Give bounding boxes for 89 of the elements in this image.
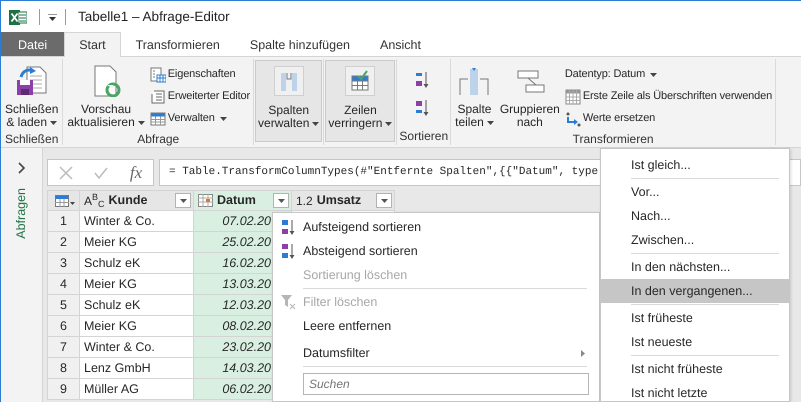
column-header[interactable]: A$^{B}$$_{C}$ Kunde — [80, 190, 194, 210]
window-title: Tabelle1 – Abfrage-Editor — [78, 8, 230, 26]
sort-ascending-button[interactable] — [415, 70, 430, 89]
ribbon-button[interactable]: Schließen & laden — [3, 62, 60, 130]
table-icon — [150, 110, 166, 126]
column-name: Datum — [217, 192, 256, 210]
sort-descending-button[interactable] — [415, 98, 430, 117]
clear-filter-icon — [280, 294, 296, 310]
row-number: 9 — [48, 378, 80, 400]
sort-descending-icon — [281, 242, 295, 260]
ribbon-button[interactable]: Zeilen verringern — [325, 60, 396, 142]
ribbon-button[interactable]: Erste Zeile als Überschriften verwenden — [564, 86, 774, 107]
sort-descending-icon — [415, 98, 430, 117]
row-number: 4 — [48, 274, 80, 294]
row-number: 1 — [48, 210, 80, 232]
table-cell: Schulz eK — [80, 252, 194, 274]
table-check-icon — [349, 70, 372, 92]
menu-item[interactable]: Nach... — [601, 204, 789, 228]
ribbon-button[interactable]: Gruppieren nach — [498, 62, 562, 130]
ribbon-tab[interactable]: Spalte hinzufügen — [234, 32, 365, 56]
menu-item[interactable]: In den vergangenen... — [601, 279, 789, 303]
row-number: 5 — [48, 294, 80, 316]
split-column-icon — [458, 65, 490, 97]
filter-button[interactable] — [175, 193, 191, 208]
caret-icon — [180, 198, 186, 202]
spreadsheet-app-icon — [9, 8, 27, 26]
table-cell: Meier KG — [80, 316, 194, 336]
replace-icon — [564, 110, 581, 126]
ribbon-tab[interactable]: Start — [64, 32, 121, 57]
grid-icon — [564, 88, 581, 104]
menu-item[interactable]: Ist neueste — [601, 330, 789, 354]
caret-icon — [380, 198, 388, 202]
table-cell: Meier KG — [80, 232, 194, 252]
check-icon — [94, 166, 108, 178]
quick-access-button[interactable] — [48, 14, 57, 20]
file-tab[interactable]: Datei — [1, 32, 64, 56]
group-label: Abfrage — [136, 131, 180, 148]
submenu-arrow-icon — [581, 350, 585, 356]
ribbon-tab[interactable]: Ansicht — [364, 32, 436, 56]
ribbon-button[interactable]: Verwalten — [148, 108, 252, 129]
row-number: 8 — [48, 358, 80, 378]
row-number: 6 — [48, 316, 80, 336]
table-cell: Winter & Co. — [80, 210, 194, 232]
table-menu-icon — [54, 194, 74, 206]
caret-icon — [278, 198, 284, 202]
properties-icon — [150, 66, 166, 82]
column-name: Kunde — [108, 192, 148, 210]
ribbon-button[interactable]: Erweiterter Editor — [148, 86, 252, 107]
filter-button[interactable] — [376, 193, 392, 208]
calendar-icon — [198, 194, 213, 207]
ribbon-button[interactable]: Spalte teilen — [453, 62, 496, 130]
group-label: Sortieren — [399, 128, 448, 145]
table-cell: Müller AG — [80, 378, 194, 400]
ribbon-tab[interactable]: Transformieren — [120, 32, 235, 56]
save-icon — [16, 65, 48, 97]
group-label: Transformieren — [572, 131, 655, 148]
column-header[interactable]: Datum — [194, 190, 292, 210]
menu-item[interactable]: Ist nicht früheste — [601, 357, 789, 381]
sort-ascending-icon — [281, 218, 295, 236]
column-header[interactable]: 1.2 Umsatz — [292, 190, 394, 210]
scroll-icon — [150, 88, 166, 104]
type-label: 1.2 — [296, 192, 313, 210]
customize-icon — [48, 14, 57, 20]
row-number: 7 — [48, 336, 80, 358]
group-label: Schließen — [4, 131, 60, 148]
menu-item[interactable]: In den nächsten... — [601, 255, 789, 279]
close-icon — [58, 166, 73, 180]
filter-button[interactable] — [273, 193, 289, 208]
column-name: Umsatz — [316, 192, 362, 210]
ribbon-button[interactable]: Vorschau aktualisieren — [65, 62, 147, 130]
table-cell: Lenz GmbH — [80, 358, 194, 378]
ribbon-button[interactable]: Eigenschaften — [148, 64, 252, 85]
row-number: 3 — [48, 252, 80, 274]
expand-button[interactable] — [18, 162, 26, 174]
ribbon-button[interactable]: Spalten verwalten — [255, 60, 322, 142]
chevron-icon — [18, 162, 26, 174]
table-cell: Winter & Co. — [80, 336, 194, 358]
menu-item[interactable]: Ist früheste — [601, 306, 789, 330]
queries-pane-tab[interactable]: Abfragen — [12, 188, 31, 239]
row-number: 2 — [48, 232, 80, 252]
ribbon-button[interactable]: Datentyp: Datum — [564, 64, 774, 85]
menu-item[interactable]: Zwischen... — [601, 228, 789, 252]
insert-function-button[interactable]: fx — [130, 160, 142, 186]
search-field[interactable]: Suchen — [303, 373, 589, 395]
ribbon-button[interactable]: Werte ersetzen — [564, 108, 774, 129]
table-cell: Schulz eK — [80, 294, 194, 316]
sort-ascending-icon — [415, 70, 430, 89]
table-cell: Meier KG — [80, 274, 194, 294]
menu-item[interactable]: Ist nicht letzte — [601, 381, 789, 401]
